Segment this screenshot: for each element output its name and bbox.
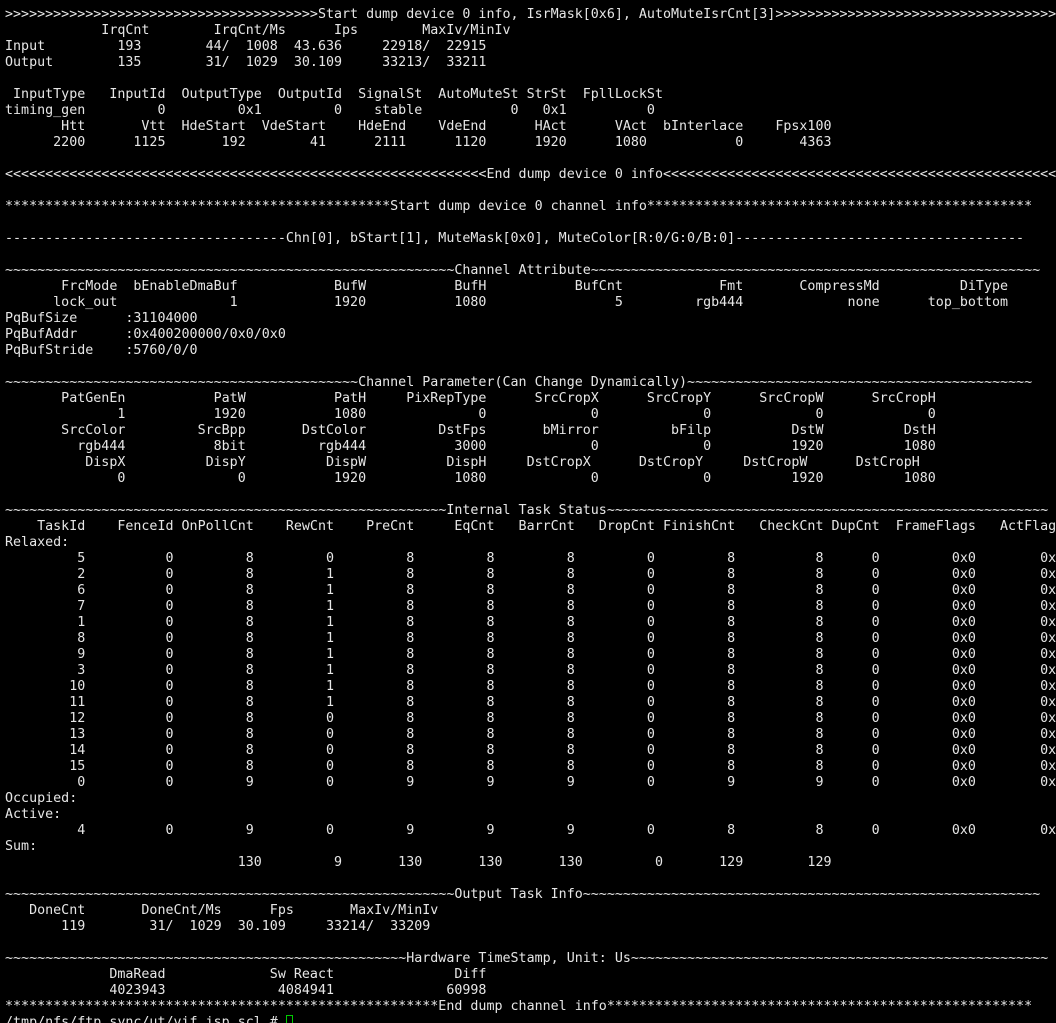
terminal-line: -----------------------------------Chn[0… bbox=[5, 231, 1025, 246]
terminal-line: 6 0 8 1 8 8 8 0 8 8 0 0x0 0x0 bbox=[5, 583, 1056, 598]
terminal-line: ~~~~~~~~~~~~~~~~~~~~~~~~~~~~~~~~~~~~~~~~… bbox=[5, 263, 1041, 278]
terminal-line: lock_out 1 1920 1080 5 rgb444 none top_b… bbox=[5, 295, 1009, 310]
terminal-line: Input 193 44/ 1008 43.636 22918/ 22915 bbox=[5, 39, 487, 54]
terminal-line: SrcColor SrcBpp DstColor DstFps bMirror … bbox=[5, 423, 936, 438]
terminal-line: 0 0 1920 1080 0 0 1920 1080 bbox=[5, 471, 936, 486]
terminal-line: IrqCnt IrqCnt/Ms Ips MaxIv/MinIv bbox=[5, 23, 511, 38]
terminal-line: <<<<<<<<<<<<<<<<<<<<<<<<<<<<<<<<<<<<<<<<… bbox=[5, 167, 1056, 182]
terminal-line: 0 0 9 0 9 9 9 0 9 9 0 0x0 0x0 bbox=[5, 775, 1056, 790]
terminal-line: 13 0 8 0 8 8 8 0 8 8 0 0x0 0x0 bbox=[5, 727, 1056, 742]
terminal-window[interactable]: >>>>>>>>>>>>>>>>>>>>>>>>>>>>>>>>>>>>>>>S… bbox=[0, 0, 1056, 1023]
terminal-line: Sum: bbox=[5, 839, 38, 854]
terminal-line: ~~~~~~~~~~~~~~~~~~~~~~~~~~~~~~~~~~~~~~~~… bbox=[5, 951, 1049, 966]
terminal-line: 1 0 8 1 8 8 8 0 8 8 0 0x0 0x0 bbox=[5, 615, 1056, 630]
terminal-line: 5 0 8 0 8 8 8 0 8 8 0 0x0 0x0 bbox=[5, 551, 1056, 566]
terminal-line: 7 0 8 1 8 8 8 0 8 8 0 0x0 0x0 bbox=[5, 599, 1056, 614]
terminal-line: ~~~~~~~~~~~~~~~~~~~~~~~~~~~~~~~~~~~~~~~~… bbox=[5, 503, 1049, 518]
terminal-line: 11 0 8 1 8 8 8 0 8 8 0 0x0 0x0 bbox=[5, 695, 1056, 710]
terminal-line: Htt Vtt HdeStart VdeStart HdeEnd VdeEnd … bbox=[5, 119, 832, 134]
terminal-line: InputType InputId OutputType OutputId Si… bbox=[5, 87, 663, 102]
terminal-line: timing_gen 0 0x1 0 stable 0 0x1 0 bbox=[5, 103, 655, 118]
terminal-line: >>>>>>>>>>>>>>>>>>>>>>>>>>>>>>>>>>>>>>>S… bbox=[5, 7, 1056, 22]
shell-prompt: /tmp/nfs/ftp_sync/ut/vif_isp_scl # bbox=[5, 1015, 293, 1023]
terminal-line: DmaRead Sw React Diff bbox=[5, 967, 487, 982]
terminal-line: Occupied: bbox=[5, 791, 78, 806]
terminal-line: DispX DispY DispW DispH DstCropX DstCrop… bbox=[5, 455, 920, 470]
terminal-line: ~~~~~~~~~~~~~~~~~~~~~~~~~~~~~~~~~~~~~~~~… bbox=[5, 887, 1041, 902]
terminal-line: 2200 1125 192 41 2111 1120 1920 1080 0 4… bbox=[5, 135, 832, 150]
terminal-line: rgb444 8bit rgb444 3000 0 0 1920 1080 bbox=[5, 439, 936, 454]
terminal-line: PqBufAddr :0x400200000/0x0/0x0 bbox=[5, 327, 286, 342]
terminal-line: 3 0 8 1 8 8 8 0 8 8 0 0x0 0x0 bbox=[5, 663, 1056, 678]
terminal-line: 2 0 8 1 8 8 8 0 8 8 0 0x0 0x0 bbox=[5, 567, 1056, 582]
terminal-line: 9 0 8 1 8 8 8 0 8 8 0 0x0 0x0 bbox=[5, 647, 1056, 662]
terminal-line: 8 0 8 1 8 8 8 0 8 8 0 0x0 0x0 bbox=[5, 631, 1056, 646]
terminal-line: PatGenEn PatW PatH PixRepType SrcCropX S… bbox=[5, 391, 936, 406]
terminal-line: DoneCnt DoneCnt/Ms Fps MaxIv/MinIv bbox=[5, 903, 439, 918]
terminal-line: 12 0 8 0 8 8 8 0 8 8 0 0x0 0x0 bbox=[5, 711, 1056, 726]
terminal-line: 4 0 9 0 9 9 9 0 8 8 0 0x0 0x0 bbox=[5, 823, 1056, 838]
terminal-line: TaskId FenceId OnPollCnt RewCnt PreCnt E… bbox=[5, 519, 1056, 534]
terminal-line: PqBufSize :31104000 bbox=[5, 311, 198, 326]
terminal-line: Output 135 31/ 1029 30.109 33213/ 33211 bbox=[5, 55, 487, 70]
cursor-icon bbox=[285, 1015, 293, 1023]
terminal-line: ****************************************… bbox=[5, 999, 1033, 1014]
terminal-line: PqBufStride :5760/0/0 bbox=[5, 343, 198, 358]
terminal-line: ****************************************… bbox=[5, 199, 1033, 214]
terminal-line: 1 1920 1080 0 0 0 0 0 bbox=[5, 407, 936, 422]
terminal-line: Active: bbox=[5, 807, 62, 822]
terminal-line: Relaxed: bbox=[5, 535, 70, 550]
terminal-line: 130 9 130 130 130 0 129 129 bbox=[5, 855, 832, 870]
terminal-line: FrcMode bEnableDmaBuf BufW BufH BufCnt F… bbox=[5, 279, 1009, 294]
terminal-line: 4023943 4084941 60998 bbox=[5, 983, 487, 998]
terminal-line: ~~~~~~~~~~~~~~~~~~~~~~~~~~~~~~~~~~~~~~~~… bbox=[5, 375, 1033, 390]
terminal-line: 119 31/ 1029 30.109 33214/ 33209 bbox=[5, 919, 431, 934]
terminal-line: 10 0 8 1 8 8 8 0 8 8 0 0x0 0x0 bbox=[5, 679, 1056, 694]
terminal-line: 14 0 8 0 8 8 8 0 8 8 0 0x0 0x0 bbox=[5, 743, 1056, 758]
terminal-line: 15 0 8 0 8 8 8 0 8 8 0 0x0 0x0 bbox=[5, 759, 1056, 774]
